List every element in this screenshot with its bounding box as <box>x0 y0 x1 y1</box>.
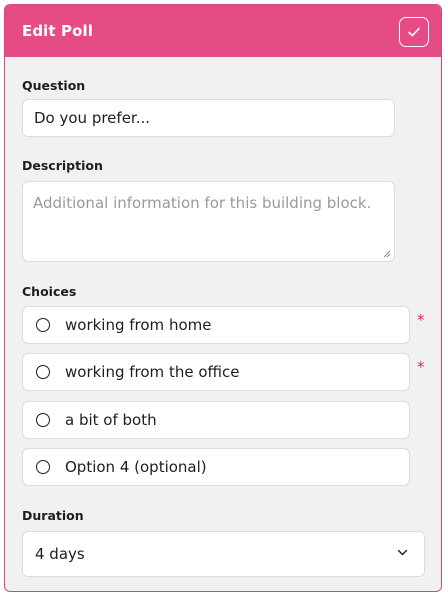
duration-value: 4 days <box>35 545 85 563</box>
question-label: Question <box>22 78 86 93</box>
confirm-button[interactable] <box>399 17 429 47</box>
question-value: Do you prefer... <box>34 109 151 127</box>
radio-icon <box>36 460 50 474</box>
description-textarea[interactable]: Additional information for this building… <box>22 181 395 262</box>
question-input[interactable]: Do you prefer... <box>22 99 395 137</box>
required-marker: * <box>417 358 425 376</box>
choices-label: Choices <box>22 284 77 299</box>
choice-text: working from the office <box>65 363 240 381</box>
edit-poll-panel: Edit Poll Question Do you prefer... Desc… <box>4 4 442 592</box>
choice-option-2[interactable]: working from the office <box>22 353 410 391</box>
choice-option-1[interactable]: working from home <box>22 306 410 344</box>
panel-header: Edit Poll <box>5 5 441 57</box>
page: Edit Poll Question Do you prefer... Desc… <box>0 0 448 599</box>
duration-label: Duration <box>22 508 84 523</box>
chevron-down-icon <box>397 549 408 556</box>
resize-grip-icon[interactable] <box>382 249 391 258</box>
duration-select[interactable]: 4 days <box>22 531 425 577</box>
description-label: Description <box>22 158 103 173</box>
check-icon <box>408 27 420 37</box>
choice-option-4[interactable]: Option 4 (optional) <box>22 448 410 486</box>
choice-text: a bit of both <box>65 411 157 429</box>
choice-placeholder: Option 4 (optional) <box>65 458 207 476</box>
choice-text: working from home <box>65 316 212 334</box>
description-placeholder: Additional information for this building… <box>33 194 372 212</box>
required-marker: * <box>417 311 425 329</box>
panel-title: Edit Poll <box>22 22 94 40</box>
radio-icon <box>36 365 50 379</box>
radio-icon <box>36 413 50 427</box>
radio-icon <box>36 318 50 332</box>
choice-option-3[interactable]: a bit of both <box>22 401 410 439</box>
